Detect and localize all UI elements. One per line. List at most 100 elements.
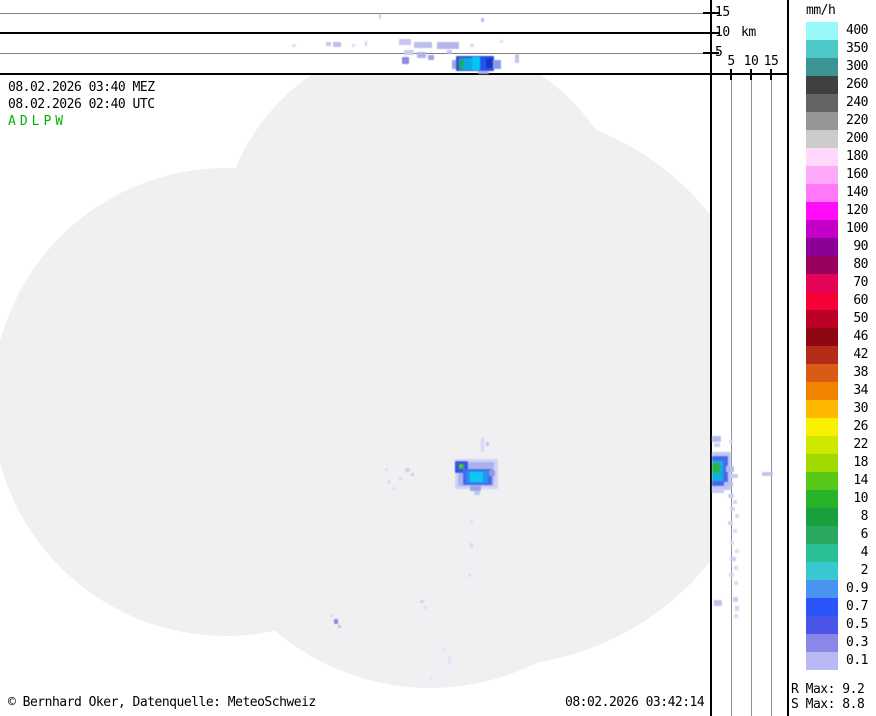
echo-pixel (734, 614, 738, 618)
legend-band-label: 0.3 (834, 636, 868, 650)
echo-pixel (500, 40, 503, 43)
echo-pixel (714, 600, 722, 606)
range-tick-5 (730, 69, 732, 80)
legend-band-label: 8 (834, 510, 868, 524)
altitude-unit-km: km (741, 26, 756, 40)
echo-pixel (292, 44, 296, 47)
echo-pixel (481, 18, 484, 22)
legend-band-label: 160 (834, 168, 868, 182)
legend-band-label: 350 (834, 42, 868, 56)
legend-band-label: 42 (834, 348, 868, 362)
echo-pixel (486, 58, 493, 68)
echo-pixel (735, 606, 739, 611)
echo-pixel (326, 42, 331, 46)
radar-map (0, 75, 710, 716)
echo-pixel (712, 452, 731, 490)
legend-band-label: 80 (834, 258, 868, 272)
legend-band-label: 6 (834, 528, 868, 542)
echo-pixel (728, 474, 738, 478)
legend-band-label: 50 (834, 312, 868, 326)
echo-pixel (712, 436, 721, 442)
render-timestamp: 08:02.2026 03:42:14 (565, 696, 704, 710)
echo-pixel (726, 466, 734, 472)
legend-band-label: 200 (834, 132, 868, 146)
map-right-border (710, 0, 712, 716)
echo-pixel (352, 44, 355, 47)
echo-pixel (733, 597, 738, 602)
altitude-label-15: 15 (715, 6, 730, 20)
echo-pixel (712, 488, 724, 493)
echo-pixel (428, 55, 434, 60)
legend-band-label: 10 (834, 492, 868, 506)
echo-pixel (515, 54, 519, 63)
echo-pixel (712, 463, 720, 473)
echo-pixel (463, 58, 472, 70)
echo-pixel (379, 14, 381, 19)
legend-band-label: 300 (834, 60, 868, 74)
range-tick-10 (750, 69, 752, 80)
legend-band-label: 60 (834, 294, 868, 308)
legend-band-label: 4 (834, 546, 868, 560)
range-gridline-15 (771, 76, 772, 716)
r-max-value: R Max: 9.2 (791, 683, 864, 697)
legend-band-label: 180 (834, 150, 868, 164)
legend-band-label: 120 (834, 204, 868, 218)
legend-band-label: 260 (834, 78, 868, 92)
altitude-gridline-5km (0, 53, 710, 54)
legend-band-label: 90 (834, 240, 868, 254)
range-label-15: 15 (762, 55, 780, 69)
echo-pixel (470, 44, 474, 47)
datetime-local: 08.02.2026 03:40 MEZ (8, 81, 155, 95)
range-tick-15 (770, 69, 772, 80)
echo-pixel (456, 56, 494, 71)
legend-band-label: 46 (834, 330, 868, 344)
legend-band-label: 2 (834, 564, 868, 578)
echo-pixel (712, 461, 723, 481)
legend-band-label: 34 (834, 384, 868, 398)
panel-divider-line (0, 73, 788, 75)
altitude-line-10km (0, 32, 710, 34)
legend-band-label: 18 (834, 456, 868, 470)
echo-pixel (735, 514, 739, 518)
legend-band-label: 240 (834, 96, 868, 110)
echo-pixel (714, 443, 720, 447)
legend-band-label: 0.9 (834, 582, 868, 596)
echo-pixel (734, 566, 738, 570)
echo-pixel (452, 60, 458, 69)
echo-pixel (472, 57, 480, 70)
legend-band-label: 30 (834, 402, 868, 416)
echo-pixel (493, 60, 501, 69)
echo-pixel (333, 42, 341, 47)
range-label-10: 10 (742, 55, 760, 69)
echo-pixel (733, 529, 737, 533)
echo-pixel (365, 41, 367, 46)
legend-band-label: 0.1 (834, 654, 868, 668)
echo-pixel (437, 42, 459, 49)
legend: mm/h 40035030026024022020018016014012010… (788, 0, 876, 716)
legend-band-label: 14 (834, 474, 868, 488)
echo-pixel (402, 57, 409, 64)
legend-band-label: 38 (834, 366, 868, 380)
coverage-circle-3 (192, 212, 668, 688)
datetime-utc: 08.02.2026 02:40 UTC (8, 98, 155, 112)
echo-pixel (734, 581, 738, 585)
echo-pixel (712, 456, 728, 486)
legend-band-label: 0.7 (834, 600, 868, 614)
radar-display: 15 10 km 5 5 10 15 08.02.2026 03:40 MEZ … (0, 0, 876, 716)
echo-pixel (459, 58, 463, 70)
range-label-5: 5 (722, 55, 740, 69)
echo-pixel (733, 500, 737, 504)
legend-band-label: 26 (834, 420, 868, 434)
echo-pixel (414, 42, 432, 48)
legend-title: mm/h (806, 4, 835, 18)
legend-band-label: 70 (834, 276, 868, 290)
range-gridline-5 (731, 76, 732, 716)
s-max-value: S Max: 8.8 (791, 698, 864, 712)
station-code: ADLPW (8, 115, 67, 129)
range-gridline-10 (751, 76, 752, 716)
copyright-text: © Bernhard Oker, Datenquelle: MeteoSchwe… (8, 696, 316, 710)
altitude-gridline-15km (0, 13, 710, 14)
legend-band-label: 400 (834, 24, 868, 38)
legend-band-label: 22 (834, 438, 868, 452)
echo-pixel (399, 39, 411, 45)
